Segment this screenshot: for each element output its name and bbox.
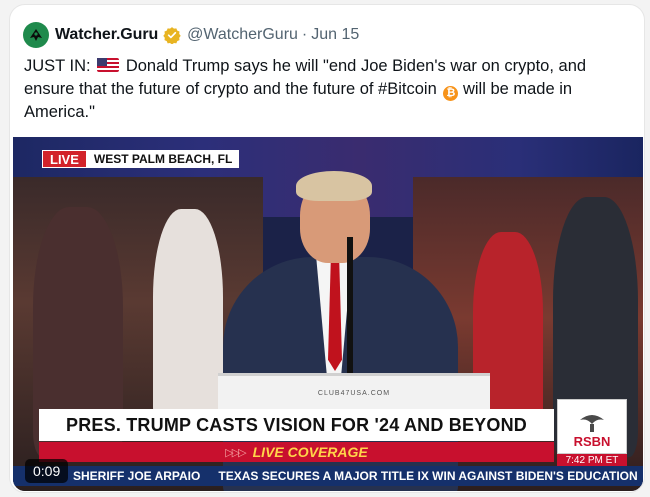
ticker-item: SHERIFF JOE ARPAIO — [73, 469, 201, 483]
network-name: RSBN — [573, 434, 611, 449]
location-label: WEST PALM BEACH, FL — [86, 150, 240, 168]
audience-member — [153, 209, 223, 429]
video-player[interactable]: CLUB47USA.COM LIVE WEST PALM BEACH, FL P… — [13, 137, 643, 491]
tweet-header: Watcher.Guru @WatcherGuru · Jun 15 — [23, 20, 359, 50]
live-badge: LIVE WEST PALM BEACH, FL — [42, 150, 240, 168]
watcher-guru-logo-icon[interactable] — [23, 22, 49, 48]
arrows-icon: ▷▷▷ — [225, 446, 246, 459]
headline-text: PRES. TRUMP CASTS VISION FOR '24 AND BEY… — [66, 414, 527, 435]
headline-chyron: PRES. TRUMP CASTS VISION FOR '24 AND BEY… — [39, 409, 554, 441]
network-logo: RSBN — [557, 399, 627, 454]
live-label: LIVE — [42, 150, 87, 168]
video-timestamp: 0:09 — [25, 459, 69, 483]
microphone-icon — [347, 237, 353, 387]
tweet-text-prefix: JUST IN: — [24, 57, 91, 75]
bitcoin-icon: ₿ — [443, 86, 459, 101]
separator-dot: · — [301, 26, 308, 43]
podium-text: CLUB47USA.COM — [317, 390, 391, 397]
subheadline-bar: ▷▷▷ LIVE COVERAGE — [39, 442, 554, 462]
gold-verified-badge-icon — [163, 26, 181, 44]
us-flag-icon — [97, 58, 120, 72]
ticker-text: SHERIFF JOE ARPAIO TEXAS SECURES A MAJOR … — [13, 469, 638, 483]
author-handle[interactable]: @WatcherGuru — [187, 26, 298, 44]
podium: CLUB47USA.COM — [218, 373, 490, 413]
subheadline-text: LIVE COVERAGE — [252, 444, 368, 460]
author-name[interactable]: Watcher.Guru — [55, 26, 158, 44]
tweet-text: JUST IN: Donald Trump says he will "end … — [24, 55, 630, 124]
tweet-card[interactable]: Watcher.Guru @WatcherGuru · Jun 15 JUST … — [9, 4, 645, 493]
speaker-hair — [296, 171, 372, 201]
eagle-icon — [580, 415, 604, 432]
tweet-date[interactable]: Jun 15 — [311, 26, 359, 44]
ticker-item: TEXAS SECURES A MAJOR TITLE IX WIN AGAIN… — [218, 469, 638, 483]
news-ticker: SHERIFF JOE ARPAIO TEXAS SECURES A MAJOR … — [13, 466, 643, 486]
